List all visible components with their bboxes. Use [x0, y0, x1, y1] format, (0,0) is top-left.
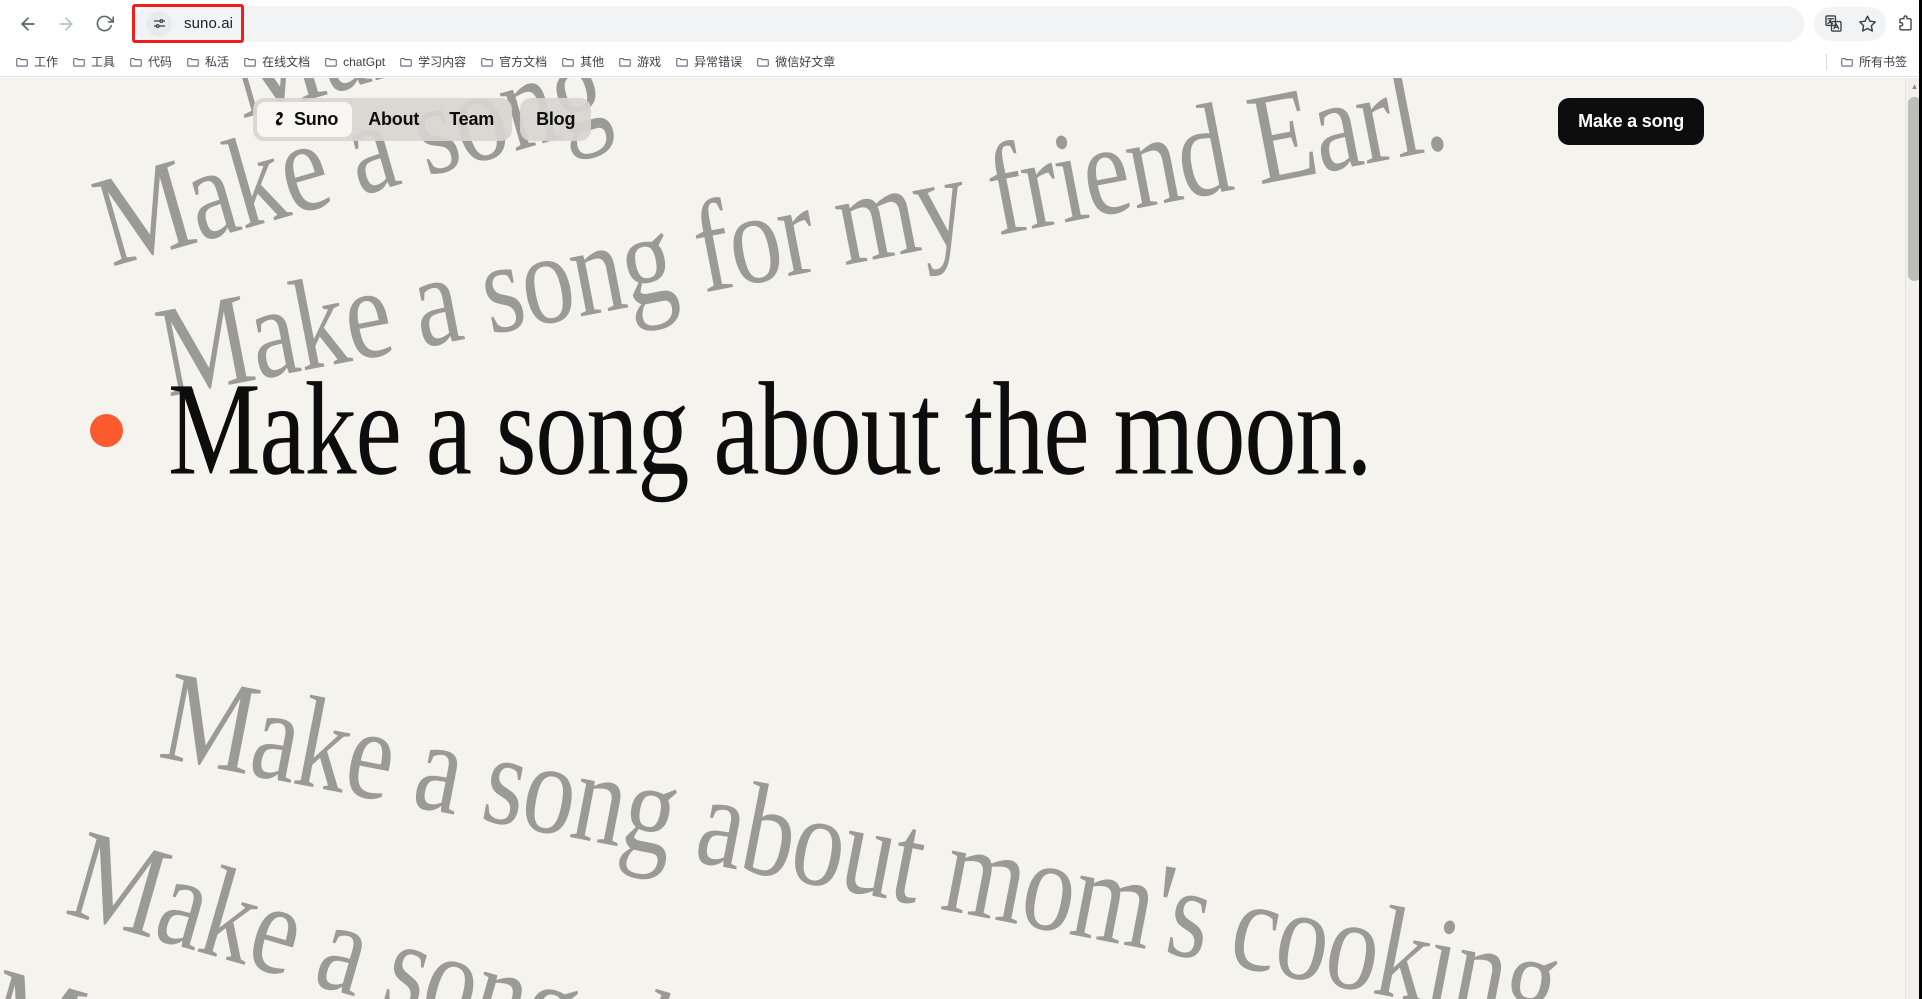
nav-item-label: Suno: [294, 109, 339, 129]
folder-icon: [399, 55, 413, 69]
bookmark-item[interactable]: chatGpt: [317, 52, 392, 72]
bookmark-label: 工作: [34, 55, 59, 69]
bookmark-label: 在线文档: [262, 55, 311, 69]
translate-icon[interactable]: [1816, 7, 1850, 41]
page-viewport: Make a song Make a song Make a song for …: [0, 78, 1922, 999]
extensions-icon[interactable]: [1888, 7, 1922, 41]
bookmark-item[interactable]: 官方文档: [473, 50, 554, 73]
reload-button[interactable]: [86, 6, 122, 42]
nav-item-suno[interactable]: Suno: [257, 102, 353, 137]
bookmark-label: 工具: [91, 55, 116, 69]
folder-icon: [324, 55, 338, 69]
bookmark-label: 游戏: [637, 55, 662, 69]
folder-icon: [72, 55, 86, 69]
all-bookmarks-label: 所有书签: [1858, 55, 1907, 69]
bookmark-item[interactable]: 工作: [8, 50, 65, 73]
folder-icon: [618, 55, 632, 69]
bookmark-label: chatGpt: [343, 54, 386, 69]
page-title: Make a song about the moon.: [168, 355, 1372, 503]
folder-icon: [480, 55, 494, 69]
bookmark-label: 其他: [580, 55, 605, 69]
bookmark-label: 微信好文章: [775, 55, 836, 69]
folder-icon: [186, 55, 200, 69]
browser-chrome: suno.ai 东旭: [0, 0, 1922, 77]
folder-icon: [675, 55, 689, 69]
bookmark-label: 异常错误: [694, 55, 743, 69]
bookmarks-divider: [1825, 53, 1827, 70]
browser-toolbar: suno.ai 东旭: [0, 0, 1922, 47]
bookmark-label: 代码: [148, 55, 173, 69]
all-bookmarks-group: 所有书签: [1825, 50, 1914, 73]
bookmark-item[interactable]: 代码: [122, 50, 179, 73]
nav-item-label: Blog: [536, 109, 576, 129]
folder-icon: [1840, 55, 1854, 69]
bookmark-item[interactable]: 游戏: [611, 50, 668, 73]
suno-logo-icon: [271, 111, 288, 128]
bookmark-item[interactable]: 异常错误: [668, 50, 749, 73]
nav-item-label: About: [368, 109, 420, 129]
star-icon[interactable]: [1850, 7, 1884, 41]
address-bar-url: suno.ai: [184, 15, 234, 32]
folder-icon: [243, 55, 257, 69]
nav-item-label: Team: [449, 109, 495, 129]
bookmark-label: 官方文档: [499, 55, 548, 69]
toolbar-icon-pill: [1814, 6, 1886, 41]
nav-item-about[interactable]: About: [354, 102, 433, 137]
active-prompt-row: Make a song about the moon.: [90, 363, 1372, 496]
bookmark-item[interactable]: 工具: [65, 50, 122, 73]
bookmark-item[interactable]: 其他: [554, 50, 611, 73]
bookmark-item[interactable]: 学习内容: [392, 50, 473, 73]
bookmark-item[interactable]: 在线文档: [236, 50, 317, 73]
site-nav: Suno About Team Blog: [253, 98, 592, 141]
folder-icon: [129, 55, 143, 69]
toolbar-right-group: 东旭: [1814, 6, 1922, 41]
bookmarks-bar: 工作 工具 代码 私活 在线文档 chatGpt 学习内容 官方文档 其他 游戏…: [0, 47, 1922, 77]
active-prompt-bullet: [90, 413, 123, 447]
tune-icon[interactable]: [146, 10, 172, 37]
forward-button[interactable]: [48, 6, 84, 42]
address-bar-container: suno.ai: [132, 3, 1804, 43]
folder-icon: [561, 55, 575, 69]
bookmark-item[interactable]: 微信好文章: [749, 50, 842, 73]
folder-icon: [15, 55, 29, 69]
address-bar[interactable]: suno.ai: [132, 5, 1804, 42]
make-a-song-button[interactable]: Make a song: [1558, 98, 1704, 145]
bookmark-label: 私活: [205, 55, 230, 69]
back-button[interactable]: [10, 6, 46, 42]
nav-pill-group: Suno About Team: [253, 98, 513, 141]
all-bookmarks-button[interactable]: 所有书签: [1833, 50, 1914, 73]
folder-icon: [756, 55, 770, 69]
make-a-song-label: Make a song: [1578, 111, 1684, 131]
nav-item-team[interactable]: Team: [435, 102, 508, 137]
bookmark-label: 学习内容: [418, 55, 467, 69]
nav-item-blog[interactable]: Blog: [520, 98, 592, 141]
bookmark-item[interactable]: 私活: [179, 50, 236, 73]
